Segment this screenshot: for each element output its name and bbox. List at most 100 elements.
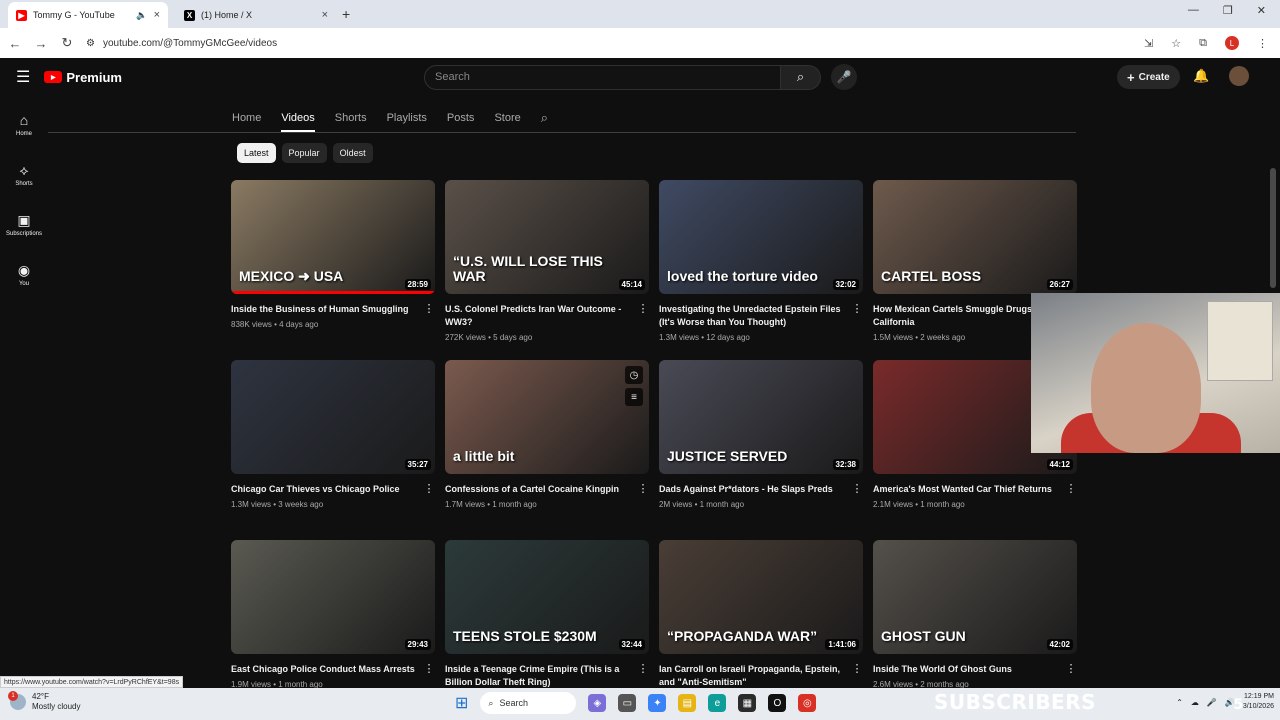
edge-icon[interactable]: e — [708, 694, 727, 712]
video-title[interactable]: Inside a Teenage Crime Empire (This is a… — [445, 663, 631, 689]
tab-videos[interactable]: Videos — [281, 112, 315, 132]
task-view-icon[interactable]: ▭ — [618, 694, 637, 712]
forward-icon[interactable]: → — [30, 36, 52, 51]
channel-search-icon[interactable]: ⌕ — [541, 110, 548, 126]
minimize-icon[interactable]: — — [1188, 4, 1199, 17]
restore-icon[interactable]: ❐ — [1223, 4, 1233, 17]
video-card[interactable]: GHOST GUN 42:02 Inside The World Of Ghost … — [873, 540, 1077, 696]
video-thumbnail[interactable]: 29:43 — [231, 540, 435, 654]
video-card[interactable]: JUSTICE SERVED 32:38 Dads Against Pr*dator… — [659, 360, 863, 540]
hamburger-menu-icon[interactable]: ☰ — [16, 67, 30, 87]
add-to-queue-icon[interactable]: ≡ — [625, 388, 643, 406]
video-thumbnail[interactable]: MEXICO ➜ USA 28:59 — [231, 180, 435, 294]
search-input[interactable]: Search — [424, 64, 781, 90]
sidebar-item-shorts[interactable]: ⟡ Shorts — [0, 150, 48, 200]
video-thumbnail[interactable]: 35:27 — [231, 360, 435, 474]
back-icon[interactable]: ← — [4, 36, 26, 51]
file-explorer-icon[interactable]: ▤ — [678, 694, 697, 712]
close-tab-icon[interactable]: × — [154, 9, 160, 21]
chip-oldest[interactable]: Oldest — [332, 143, 373, 163]
more-actions-icon[interactable]: ⋮ — [423, 482, 435, 495]
video-title[interactable]: Investigating the Unredacted Epstein Fil… — [659, 303, 845, 329]
video-title[interactable]: Ian Carroll on Israeli Propaganda, Epste… — [659, 663, 845, 689]
close-window-icon[interactable]: ✕ — [1257, 4, 1266, 17]
install-app-icon[interactable]: ⇲ — [1144, 37, 1153, 50]
video-card[interactable]: “PROPAGANDA WAR” 1:41:06 Ian Carroll on Is… — [659, 540, 863, 696]
video-title[interactable]: Inside the Business of Human Smuggling — [231, 303, 417, 316]
notifications-bell-icon[interactable]: 🔔 — [1193, 68, 1209, 84]
video-thumbnail[interactable]: “U.S. WILL LOSE THIS WAR 45:14 — [445, 180, 649, 294]
video-card[interactable]: 35:27 Chicago Car Thieves vs Chicago Poli… — [231, 360, 435, 540]
video-thumbnail[interactable]: “PROPAGANDA WAR” 1:41:06 — [659, 540, 863, 654]
site-info-icon[interactable]: ⚙ — [86, 38, 95, 49]
more-actions-icon[interactable]: ⋮ — [851, 662, 863, 675]
close-tab-icon[interactable]: × — [322, 9, 328, 21]
browser-tab-youtube[interactable]: ▶ Tommy G - YouTube 🔈 × — [8, 2, 168, 28]
more-actions-icon[interactable]: ⋮ — [423, 662, 435, 675]
chrome-icon[interactable]: ◎ — [798, 694, 817, 712]
video-card[interactable]: “U.S. WILL LOSE THIS WAR 45:14 U.S. Colone… — [445, 180, 649, 360]
video-title[interactable]: Chicago Car Thieves vs Chicago Police — [231, 483, 417, 496]
video-title[interactable]: East Chicago Police Conduct Mass Arrests — [231, 663, 417, 676]
voice-search-button[interactable]: 🎤 — [831, 64, 857, 90]
video-card[interactable]: loved the torture video 32:02 Investigatin… — [659, 180, 863, 360]
video-thumbnail[interactable]: TEENS STOLE $230M 32:44 — [445, 540, 649, 654]
extensions-icon[interactable]: ⧉ — [1199, 37, 1207, 50]
create-button[interactable]: + Create — [1117, 65, 1180, 89]
tab-shorts[interactable]: Shorts — [335, 112, 367, 124]
video-title[interactable]: Confessions of a Cartel Cocaine Kingpin — [445, 483, 631, 496]
more-actions-icon[interactable]: ⋮ — [1065, 482, 1077, 495]
tab-store[interactable]: Store — [494, 112, 520, 124]
search-button[interactable]: ⌕ — [781, 64, 821, 90]
more-actions-icon[interactable]: ⋮ — [851, 482, 863, 495]
video-thumbnail[interactable]: a little bit ◷ ≡ — [445, 360, 649, 474]
more-actions-icon[interactable]: ⋮ — [637, 662, 649, 675]
page-scrollbar[interactable] — [1270, 168, 1276, 288]
more-actions-icon[interactable]: ⋮ — [637, 482, 649, 495]
user-avatar[interactable] — [1229, 66, 1249, 86]
taskbar-search[interactable]: ⌕ Search — [480, 692, 577, 714]
more-actions-icon[interactable]: ⋮ — [851, 302, 863, 315]
sidebar-item-you[interactable]: ◉ You — [0, 250, 48, 300]
video-card[interactable]: TEENS STOLE $230M 32:44 Inside a Teenage C… — [445, 540, 649, 696]
opera-icon[interactable]: O — [768, 694, 787, 712]
video-card[interactable]: MEXICO ➜ USA 28:59 Inside the Business of … — [231, 180, 435, 360]
video-thumbnail[interactable]: CARTEL BOSS 26:27 — [873, 180, 1077, 294]
more-actions-icon[interactable]: ⋮ — [1065, 662, 1077, 675]
clock[interactable]: 12:19 PM 3/10/2026 — [1243, 692, 1274, 712]
video-card[interactable]: 29:43 East Chicago Police Conduct Mass Ar… — [231, 540, 435, 696]
store-icon[interactable]: ▦ — [738, 694, 757, 712]
browser-tab-x[interactable]: X (1) Home / X × — [176, 2, 336, 28]
copilot-icon[interactable]: ✦ — [648, 694, 667, 712]
video-thumbnail[interactable]: GHOST GUN 42:02 — [873, 540, 1077, 654]
browser-menu-icon[interactable]: ⋮ — [1257, 37, 1268, 50]
chip-latest[interactable]: Latest — [237, 143, 276, 163]
new-tab-icon[interactable]: + — [342, 6, 350, 22]
sidebar-item-subscriptions[interactable]: ▣ Subscriptions — [0, 200, 48, 250]
profile-avatar[interactable]: L — [1225, 36, 1239, 50]
video-title[interactable]: Inside The World Of Ghost Guns — [873, 663, 1059, 676]
video-title[interactable]: Dads Against Pr*dators - He Slaps Preds — [659, 483, 845, 496]
widgets-icon[interactable]: ◈ — [588, 694, 607, 712]
youtube-logo[interactable]: ▶ Premium — [44, 70, 122, 85]
watch-later-icon[interactable]: ◷ — [625, 366, 643, 384]
video-thumbnail[interactable]: JUSTICE SERVED 32:38 — [659, 360, 863, 474]
taskbar-apps: ⊞ ⌕ Search ◈ ▭ ✦ ▤ e ▦ O ◎ — [455, 692, 817, 714]
video-card[interactable]: a little bit ◷ ≡ Confessions of a Cartel Co… — [445, 360, 649, 540]
sidebar-item-home[interactable]: ⌂ Home — [0, 100, 48, 150]
tab-playlists[interactable]: Playlists — [387, 112, 427, 124]
bookmark-star-icon[interactable]: ☆ — [1171, 37, 1181, 50]
more-actions-icon[interactable]: ⋮ — [423, 302, 435, 315]
video-title[interactable]: America's Most Wanted Car Thief Returns — [873, 483, 1059, 496]
more-actions-icon[interactable]: ⋮ — [637, 302, 649, 315]
weather-widget[interactable]: 1 42°F Mostly cloudy — [8, 691, 80, 712]
reload-icon[interactable]: ↻ — [56, 35, 78, 51]
tab-posts[interactable]: Posts — [447, 112, 475, 124]
chip-popular[interactable]: Popular — [281, 143, 327, 163]
audio-icon[interactable]: 🔈 — [136, 10, 147, 21]
tab-home[interactable]: Home — [232, 112, 261, 124]
url-field[interactable]: ⚙ youtube.com/@TommyGMcGee/videos — [86, 32, 1144, 54]
windows-start-icon[interactable]: ⊞ — [455, 693, 468, 713]
video-title[interactable]: U.S. Colonel Predicts Iran War Outcome -… — [445, 303, 631, 329]
video-thumbnail[interactable]: loved the torture video 32:02 — [659, 180, 863, 294]
